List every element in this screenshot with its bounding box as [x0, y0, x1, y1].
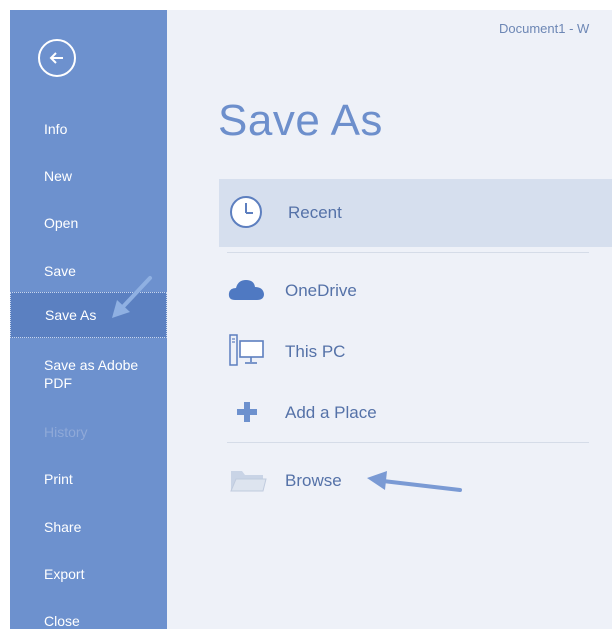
nav-item-share[interactable]: Share — [10, 518, 167, 536]
place-add-a-place[interactable]: Add a Place — [227, 396, 607, 430]
nav-item-print[interactable]: Print — [10, 470, 167, 488]
clock-icon — [229, 195, 263, 229]
place-this-pc[interactable]: This PC — [227, 332, 607, 372]
cloud-icon — [227, 276, 267, 304]
nav-item-export[interactable]: Export — [10, 565, 167, 583]
folder-icon — [229, 467, 267, 493]
place-label-browse: Browse — [285, 471, 342, 490]
back-arrow-icon — [49, 52, 63, 64]
divider — [227, 442, 589, 443]
nav-item-info[interactable]: Info — [10, 120, 167, 138]
divider — [227, 252, 589, 253]
nav-item-history: History — [44, 424, 88, 440]
place-label-recent: Recent — [288, 203, 342, 222]
place-recent[interactable]: Recent — [219, 179, 612, 247]
backstage-view: Info New Open Save Save As Save as Adobe… — [10, 10, 612, 629]
backstage-sidebar: Info New Open Save Save As Save as Adobe… — [10, 10, 167, 629]
back-button[interactable] — [38, 39, 76, 77]
nav-item-save-as-adobe-pdf[interactable]: Save as Adobe PDF — [10, 356, 140, 392]
nav-item-new[interactable]: New — [10, 167, 167, 185]
place-label-this-pc: This PC — [285, 342, 346, 361]
page-title: Save As — [218, 96, 383, 145]
nav-item-close[interactable]: Close — [10, 612, 167, 629]
place-onedrive[interactable]: OneDrive — [227, 274, 607, 308]
plus-icon — [236, 401, 258, 423]
pointer-arrow-annotation — [367, 471, 462, 492]
place-label-onedrive: OneDrive — [285, 281, 357, 300]
computer-icon — [229, 334, 265, 368]
place-label-add-a-place: Add a Place — [285, 403, 377, 422]
document-title: Document1 - W — [499, 21, 590, 36]
pointer-arrow-annotation — [112, 276, 152, 318]
nav-item-open[interactable]: Open — [10, 214, 167, 232]
